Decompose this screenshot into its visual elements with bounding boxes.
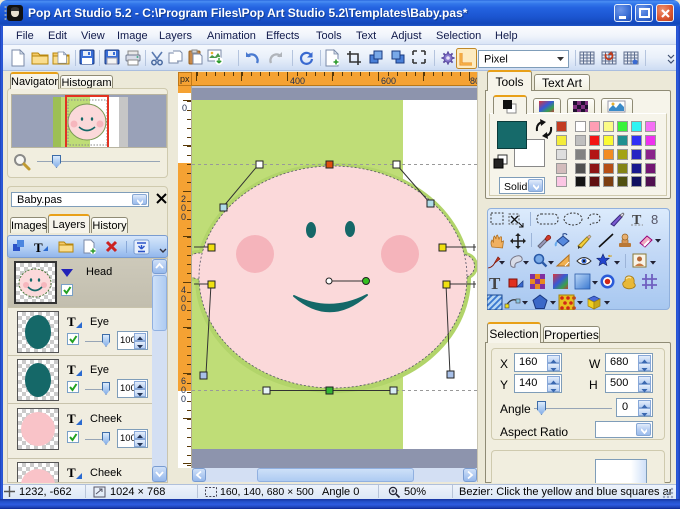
svg-text:0: 0 bbox=[181, 212, 186, 222]
svg-text:T: T bbox=[67, 362, 76, 377]
svg-text:0: 0 bbox=[181, 394, 186, 404]
svg-text:8: 8 bbox=[651, 212, 658, 227]
svg-text:T: T bbox=[34, 240, 43, 255]
svg-text:T: T bbox=[67, 465, 76, 480]
svg-text:Pixel: Pixel bbox=[484, 54, 508, 66]
svg-text:T: T bbox=[67, 411, 76, 426]
svg-text:T: T bbox=[67, 314, 76, 329]
svg-text:T: T bbox=[489, 274, 501, 293]
svg-text:600: 600 bbox=[381, 76, 396, 86]
svg-text:0: 0 bbox=[181, 303, 186, 313]
svg-text:800: 800 bbox=[470, 76, 477, 86]
svg-text:0: 0 bbox=[182, 103, 187, 113]
svg-text:8: 8 bbox=[181, 467, 186, 468]
svg-text:400: 400 bbox=[290, 76, 305, 86]
svg-text:T: T bbox=[632, 213, 642, 228]
